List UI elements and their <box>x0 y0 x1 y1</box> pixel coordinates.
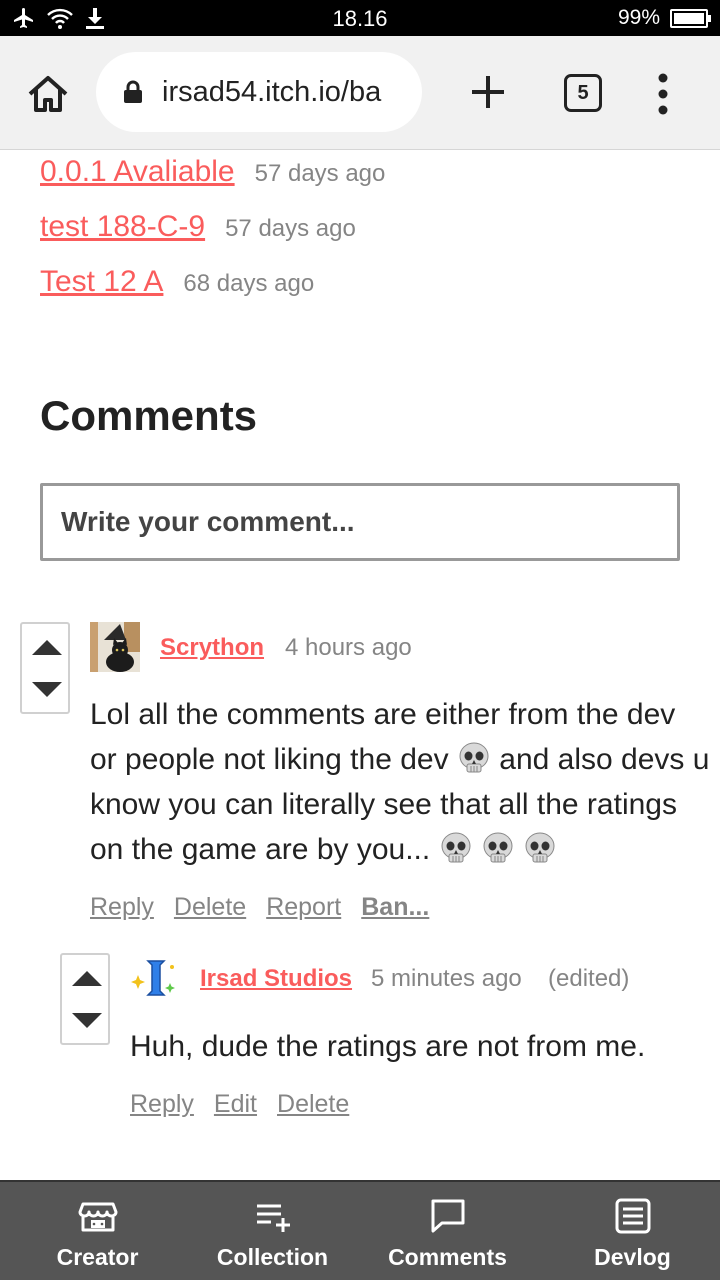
devlog-list: 0.0.1 Avaliable 57 days ago test 188-C-9… <box>40 155 385 320</box>
nav-creator[interactable]: Creator <box>0 1182 195 1280</box>
status-bar: 18.16 99% <box>0 0 720 36</box>
report-link[interactable]: Report <box>266 893 341 922</box>
skull-emoji-icon <box>459 742 489 773</box>
comment-time: 4 hours ago <box>285 634 412 661</box>
devlog-date: 68 days ago <box>183 270 315 297</box>
nav-devlog[interactable]: Devlog <box>545 1182 720 1280</box>
reply-link[interactable]: Reply <box>90 893 154 922</box>
nav-collection[interactable]: Collection <box>195 1182 350 1280</box>
devlog-item: 0.0.1 Avaliable 57 days ago <box>40 155 385 210</box>
devlog-link[interactable]: test 188-C-9 <box>40 210 205 244</box>
upvote-icon[interactable] <box>32 640 62 655</box>
comment-actions: Reply Delete Report Ban... <box>90 893 429 922</box>
lock-icon <box>124 80 142 103</box>
battery-percent: 99% <box>617 6 660 29</box>
nav-label: Collection <box>216 1244 329 1270</box>
nav-comments[interactable]: Comments <box>350 1182 545 1280</box>
edited-label: (edited) <box>548 965 630 992</box>
browser-toolbar: irsad54.itch.io/ba 5 <box>0 36 720 150</box>
plus-icon[interactable] <box>466 70 510 114</box>
battery-icon <box>670 8 711 28</box>
devlog-date: 57 days ago <box>225 215 356 242</box>
store-icon <box>78 1202 117 1232</box>
battery-status: 99% <box>617 5 711 31</box>
home-icon[interactable] <box>26 74 70 114</box>
comments-heading: Comments <box>40 392 258 439</box>
comment-body: Huh, dude the ratings are not from me. <box>130 1030 646 1063</box>
comment-body: Lol all the comments are either from the… <box>90 692 710 872</box>
reply-link[interactable]: Reply <box>130 1090 194 1119</box>
edit-link[interactable]: Edit <box>214 1090 257 1119</box>
comment-author[interactable]: Irsad Studios <box>200 965 352 993</box>
nav-label: Devlog <box>594 1244 671 1270</box>
devlog-link[interactable]: 0.0.1 Avaliable <box>40 155 235 189</box>
upvote-icon[interactable] <box>72 971 102 986</box>
url-text: irsad54.itch.io/ba <box>162 75 382 108</box>
more-vert-icon[interactable] <box>656 72 670 116</box>
downvote-icon[interactable] <box>32 682 62 697</box>
skull-emoji-icon <box>483 832 513 863</box>
comment-author[interactable]: Scrython <box>160 634 264 662</box>
skull-emoji-icon <box>525 832 555 863</box>
devlog-date: 57 days ago <box>254 160 386 187</box>
downvote-icon[interactable] <box>72 1013 102 1028</box>
devlog-item: test 188-C-9 57 days ago <box>40 210 385 265</box>
delete-link[interactable]: Delete <box>174 893 246 922</box>
devlog-link[interactable]: Test 12 A <box>40 265 163 299</box>
article-icon <box>615 1198 650 1234</box>
comment-input[interactable]: Write your comment... <box>40 483 680 561</box>
vote-box <box>60 953 110 1045</box>
avatar[interactable] <box>90 622 140 672</box>
vote-box <box>20 622 70 714</box>
battery-level <box>674 12 704 24</box>
skull-emoji-icon <box>441 832 471 863</box>
delete-link[interactable]: Delete <box>277 1090 349 1119</box>
status-time: 18.16 <box>332 6 388 31</box>
comment-icon <box>431 1199 464 1233</box>
tabs-icon[interactable]: 5 <box>564 74 602 112</box>
playlist-add-icon <box>256 1204 290 1232</box>
bottom-nav: Creator Collection Comments Devlog <box>0 1180 720 1280</box>
url-bar[interactable]: irsad54.itch.io/ba <box>96 52 422 132</box>
nav-label: Comments <box>388 1244 507 1270</box>
ban-link[interactable]: Ban... <box>361 893 429 922</box>
nav-label: Creator <box>56 1244 139 1270</box>
comment-actions: Reply Edit Delete <box>130 1090 349 1119</box>
comment-time: 5 minutes ago <box>371 965 522 992</box>
devlog-item: Test 12 A 68 days ago <box>40 265 385 320</box>
avatar[interactable] <box>130 953 180 1003</box>
